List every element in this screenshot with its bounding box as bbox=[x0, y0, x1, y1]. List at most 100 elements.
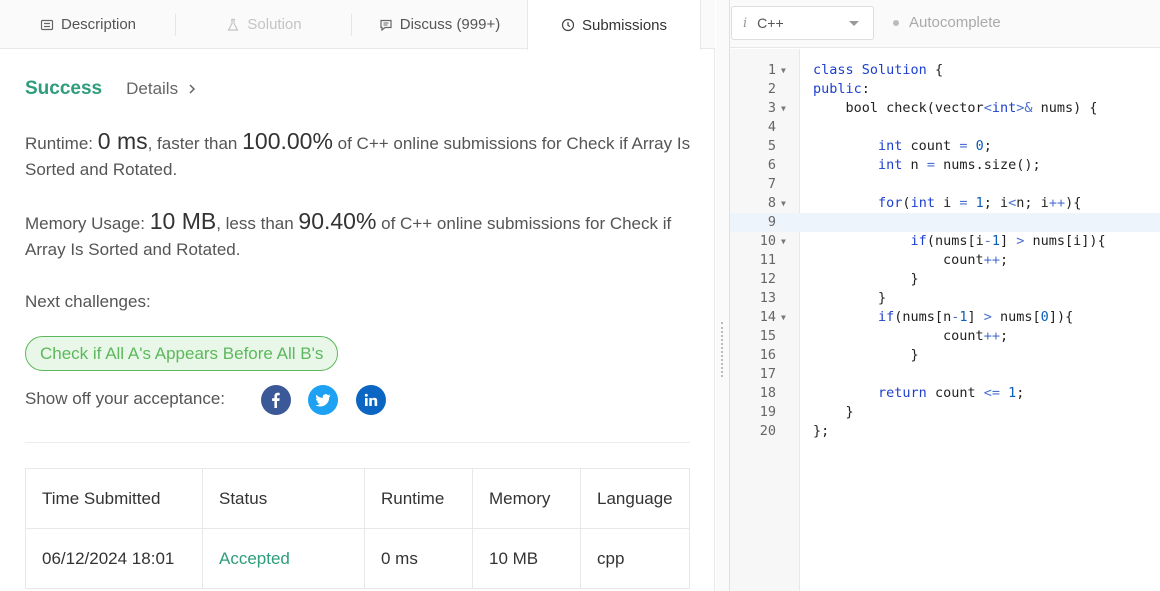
details-link[interactable]: Details bbox=[126, 79, 198, 99]
tab-description-label: Description bbox=[60, 16, 137, 33]
next-challenge-chip[interactable]: Check if All A's Appears Before All B's bbox=[25, 336, 339, 371]
fold-arrow-icon[interactable]: ▼ bbox=[781, 61, 786, 80]
chevron-right-icon bbox=[189, 84, 196, 94]
language-select[interactable]: i C++ bbox=[731, 6, 874, 40]
line-number: 16 bbox=[759, 347, 776, 363]
line-number: 3 bbox=[767, 100, 776, 116]
code-line: for(int i = 1; i<n; i++){ bbox=[878, 195, 1082, 211]
linkedin-share-button[interactable] bbox=[356, 385, 386, 415]
chevron-down-icon bbox=[849, 21, 859, 26]
line-number: 10 bbox=[759, 233, 776, 249]
code-line: } bbox=[813, 404, 854, 420]
left-panel: Description Solution Discuss (999+) Subm… bbox=[0, 0, 715, 591]
code-line: int count = 0; bbox=[878, 138, 992, 154]
code-line: count++; bbox=[813, 328, 1009, 344]
flask-icon bbox=[227, 18, 239, 31]
line-number: 5 bbox=[767, 138, 776, 154]
line-number: 17 bbox=[759, 366, 776, 382]
tab-solution-label: Solution bbox=[247, 16, 302, 33]
line-number: 13 bbox=[759, 290, 776, 306]
fold-arrow-icon[interactable]: ▼ bbox=[781, 194, 786, 213]
clock-icon bbox=[561, 18, 575, 32]
line-number: 18 bbox=[759, 385, 776, 401]
code-line: } bbox=[813, 347, 919, 363]
toggle-dot-icon bbox=[893, 19, 899, 26]
header-time-submitted: Time Submitted bbox=[25, 468, 203, 529]
memory-label: Memory Usage: bbox=[25, 214, 145, 233]
tab-discuss[interactable]: Discuss (999+) bbox=[352, 0, 527, 49]
runtime-percent: 100.00% bbox=[242, 128, 333, 154]
code-line: public: bbox=[813, 81, 870, 97]
tab-description[interactable]: Description bbox=[0, 0, 176, 49]
code-line: if(nums[i-1] > nums[i]){ bbox=[910, 233, 1106, 249]
details-label: Details bbox=[126, 79, 179, 98]
cell-status-link[interactable]: Accepted bbox=[202, 528, 365, 589]
code-line: int n = nums.size(); bbox=[878, 157, 1041, 173]
line-number: 12 bbox=[759, 271, 776, 287]
share-label: Show off your acceptance: bbox=[25, 389, 226, 408]
line-number: 6 bbox=[767, 157, 776, 173]
runtime-mid: , faster than bbox=[147, 134, 243, 153]
code-area[interactable]: 1 ▼ class Solution { 2 public: 3 ▼ bool chec… bbox=[730, 61, 1160, 441]
runtime-label: Runtime: bbox=[25, 134, 94, 153]
panel-splitter[interactable] bbox=[716, 0, 729, 591]
next-challenges-label: Next challenges: bbox=[25, 292, 151, 311]
line-number: 11 bbox=[759, 252, 776, 268]
fold-arrow-icon[interactable]: ▼ bbox=[781, 308, 786, 327]
tab-bar: Description Solution Discuss (999+) Subm… bbox=[0, 0, 715, 50]
divider bbox=[25, 442, 690, 443]
linkedin-icon bbox=[364, 393, 378, 406]
code-line: class Solution { bbox=[813, 62, 944, 78]
language-value: C++ bbox=[757, 15, 784, 31]
code-line: } bbox=[813, 290, 887, 306]
code-line: } bbox=[813, 271, 919, 287]
code-line: return count <= 1; bbox=[878, 385, 1025, 401]
fold-arrow-icon[interactable]: ▼ bbox=[781, 232, 786, 251]
table-row: 06/12/2024 18:01 Accepted 0 ms 10 MB cpp bbox=[25, 528, 690, 589]
comment-icon bbox=[380, 19, 392, 31]
facebook-share-button[interactable] bbox=[261, 385, 291, 415]
fold-arrow-icon[interactable]: ▼ bbox=[781, 99, 786, 118]
cell-memory: 10 MB bbox=[472, 528, 581, 589]
memory-stat: Memory Usage: 10 MB, less than 90.40% of… bbox=[25, 208, 695, 263]
line-number: 9 bbox=[767, 214, 776, 230]
memory-mid: , less than bbox=[216, 214, 299, 233]
table-header-row: Time Submitted Status Runtime Memory Lan… bbox=[25, 468, 690, 529]
line-number: 14 bbox=[759, 309, 776, 325]
memory-value: 10 MB bbox=[149, 208, 217, 234]
cell-language: cpp bbox=[580, 528, 690, 589]
code-line: }; bbox=[813, 423, 830, 439]
code-line: bool check(vector<int>& nums) { bbox=[813, 100, 1098, 116]
tab-solution: Solution bbox=[176, 0, 352, 49]
runtime-value: 0 ms bbox=[97, 128, 148, 154]
cell-time-submitted: 06/12/2024 18:01 bbox=[25, 528, 203, 589]
cell-runtime: 0 ms bbox=[364, 528, 473, 589]
line-number: 20 bbox=[759, 423, 776, 439]
line-number: 8 bbox=[767, 195, 776, 211]
header-status: Status bbox=[202, 468, 365, 529]
submissions-table: Time Submitted Status Runtime Memory Lan… bbox=[25, 468, 690, 589]
autocomplete-toggle[interactable]: Autocomplete bbox=[893, 14, 1001, 31]
line-number: 19 bbox=[759, 404, 776, 420]
twitter-share-button[interactable] bbox=[308, 385, 338, 415]
line-number: 7 bbox=[767, 176, 776, 192]
runtime-stat: Runtime: 0 ms, faster than 100.00% of C+… bbox=[25, 128, 695, 183]
autocomplete-label: Autocomplete bbox=[909, 14, 1001, 31]
info-icon: i bbox=[743, 15, 748, 31]
splitter-handle-icon bbox=[721, 322, 723, 377]
facebook-icon bbox=[272, 392, 280, 408]
memory-percent: 90.40% bbox=[298, 208, 377, 234]
editor-toolbar: i C++ Autocomplete bbox=[730, 0, 1160, 48]
header-language: Language bbox=[580, 468, 690, 529]
header-runtime: Runtime bbox=[364, 468, 473, 529]
tab-submissions-label: Submissions bbox=[581, 16, 668, 34]
line-number: 2 bbox=[767, 81, 776, 97]
tab-discuss-label: Discuss (999+) bbox=[399, 16, 501, 33]
success-status: Success bbox=[25, 78, 103, 99]
twitter-icon bbox=[315, 394, 331, 407]
code-line: if(nums[n-1] > nums[0]){ bbox=[878, 309, 1074, 325]
code-line: count++; bbox=[813, 252, 1009, 268]
tab-submissions[interactable]: Submissions bbox=[527, 0, 701, 50]
header-memory: Memory bbox=[472, 468, 581, 529]
line-number: 1 bbox=[767, 62, 776, 78]
